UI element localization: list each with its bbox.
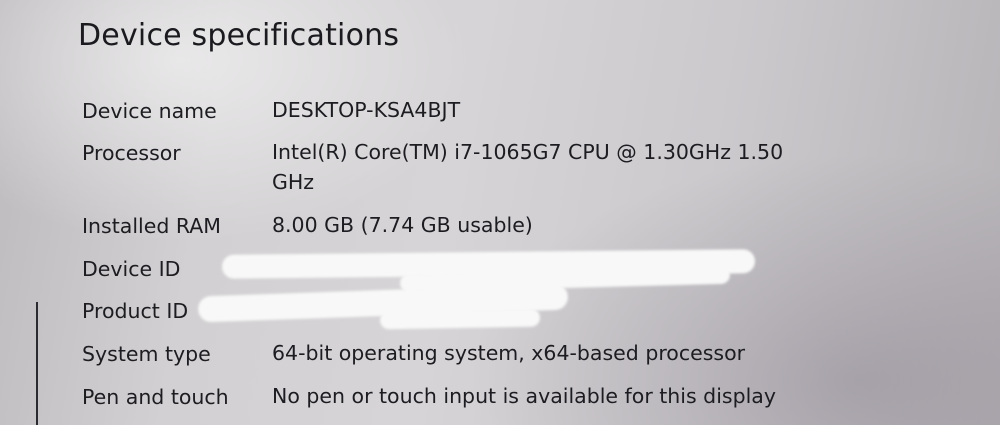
spec-value-device-name: DESKTOP-KSA4BJT: [272, 98, 461, 122]
spec-label-processor: Processor: [82, 141, 181, 165]
spec-label-pen-and-touch: Pen and touch: [82, 385, 229, 409]
spec-value-system-type: 64-bit operating system, x64-based proce…: [272, 341, 746, 365]
spec-label-device-name: Device name: [82, 99, 217, 123]
page-title: Device specifications: [78, 18, 400, 53]
spec-value-processor: Intel(R) Core(TM) i7-1065G7 CPU @ 1.30GH…: [272, 140, 784, 194]
spec-value-installed-ram: 8.00 GB (7.74 GB usable): [272, 213, 533, 237]
spec-label-system-type: System type: [82, 342, 211, 366]
left-edge-border: [36, 302, 38, 425]
product-id-redaction-tail: [379, 308, 541, 330]
spec-label-product-id: Product ID: [82, 299, 189, 323]
spec-label-installed-ram: Installed RAM: [82, 214, 221, 238]
spec-label-device-id: Device ID: [82, 257, 181, 281]
spec-value-pen-and-touch: No pen or touch input is available for t…: [272, 384, 776, 408]
